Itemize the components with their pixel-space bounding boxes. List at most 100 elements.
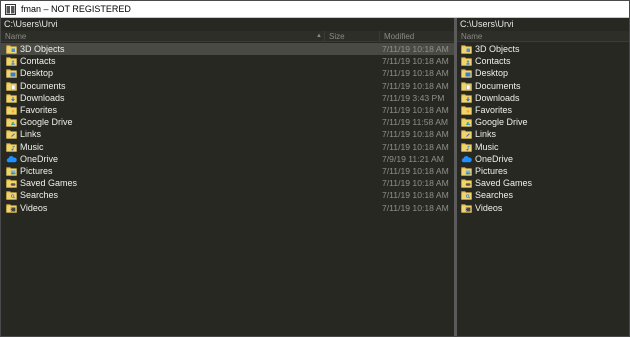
folder-google-drive-icon [6, 117, 17, 128]
panes-container: C:\Users\Urvi Name ▲ Size Modified 3D Ob… [1, 18, 629, 336]
folder-saved-games-icon [6, 178, 17, 188]
file-row[interactable]: Downloads [457, 92, 629, 104]
file-row[interactable]: Documents 7/11/19 10:18 AM [1, 80, 454, 92]
folder-links-icon [6, 129, 17, 140]
file-modified: 7/11/19 10:18 AM [382, 202, 449, 213]
file-name: Links [20, 129, 42, 140]
file-modified: 7/11/19 10:18 AM [382, 56, 449, 67]
file-modified: 7/9/19 11:21 AM [382, 153, 444, 164]
file-row[interactable]: Music [457, 141, 629, 153]
column-separator[interactable] [379, 31, 380, 42]
file-row[interactable]: Contacts 7/11/19 10:18 AM [1, 55, 454, 67]
right-path-bar[interactable]: C:\Users\Urvi [457, 18, 629, 31]
file-row[interactable]: Links [457, 128, 629, 140]
folder-contacts-icon [6, 56, 17, 67]
folder-contacts-icon [461, 56, 472, 67]
file-name: Links [475, 129, 497, 140]
file-modified: 7/11/19 10:18 AM [382, 165, 449, 176]
file-row[interactable]: Saved Games [457, 177, 629, 189]
folder-saved-games-icon [461, 178, 472, 188]
file-row[interactable]: Pictures 7/11/19 10:18 AM [1, 165, 454, 177]
file-name: Saved Games [475, 178, 533, 189]
file-name: Documents [20, 80, 66, 91]
file-row[interactable]: OneDrive 7/9/19 11:21 AM [1, 153, 454, 165]
file-name: Music [20, 141, 44, 152]
file-row[interactable]: Google Drive [457, 116, 629, 128]
column-header-modified[interactable]: Modified [384, 32, 414, 41]
folder-links-icon [461, 129, 472, 140]
file-row[interactable]: Google Drive 7/11/19 11:58 AM [1, 116, 454, 128]
file-row[interactable]: Downloads 7/11/19 3:43 PM [1, 92, 454, 104]
file-name: Contacts [20, 56, 56, 67]
file-name: Downloads [475, 92, 520, 103]
folder-desktop-icon [6, 68, 17, 79]
fman-app-icon [5, 3, 16, 15]
file-name: Favorites [20, 105, 58, 116]
file-modified: 7/11/19 11:58 AM [382, 117, 449, 128]
file-name: Downloads [20, 92, 65, 103]
title-bar[interactable]: fman – NOT REGISTERED [1, 1, 629, 18]
file-name: Videos [475, 202, 503, 213]
file-name: Desktop [20, 68, 54, 79]
sort-ascending-icon: ▲ [316, 33, 322, 39]
file-name: OneDrive [475, 153, 514, 164]
file-row[interactable]: 3D Objects 7/11/19 10:18 AM [1, 43, 454, 56]
column-header-name[interactable]: Name [5, 32, 26, 41]
file-row[interactable]: Favorites [457, 104, 629, 116]
folder-documents-icon [461, 81, 472, 91]
folder-3d-icon [6, 44, 17, 54]
file-name: Documents [475, 80, 521, 91]
folder-downloads-icon [6, 93, 17, 103]
file-row[interactable]: Searches 7/11/19 10:18 AM [1, 189, 454, 201]
right-column-header: Name [457, 31, 629, 42]
file-modified: 7/11/19 10:18 AM [382, 68, 449, 79]
file-name: Google Drive [475, 117, 528, 128]
file-row[interactable]: Pictures [457, 165, 629, 177]
column-separator[interactable] [324, 31, 325, 42]
right-file-list: 3D Objects Contacts Desktop Documents Downlo… [457, 42, 629, 214]
file-name: Videos [20, 202, 48, 213]
folder-pictures-icon [461, 166, 472, 176]
left-pane[interactable]: C:\Users\Urvi Name ▲ Size Modified 3D Ob… [1, 18, 454, 336]
file-name: Music [475, 141, 499, 152]
file-name: Pictures [20, 165, 53, 176]
file-row[interactable]: Desktop [457, 67, 629, 79]
file-modified: 7/11/19 10:18 AM [382, 80, 449, 91]
file-name: 3D Objects [475, 44, 520, 55]
file-row[interactable]: Videos [457, 201, 629, 213]
file-modified: 7/11/19 10:18 AM [382, 178, 449, 189]
folder-music-icon [6, 142, 17, 152]
window-title: fman – NOT REGISTERED [21, 4, 131, 14]
file-modified: 7/11/19 10:18 AM [382, 141, 449, 152]
onedrive-cloud-icon [6, 154, 17, 164]
file-row[interactable]: 3D Objects [457, 43, 629, 55]
column-header-name[interactable]: Name [461, 32, 482, 41]
folder-desktop-icon [461, 68, 472, 79]
right-pane[interactable]: C:\Users\Urvi Name 3D Objects Contacts Des… [457, 18, 629, 336]
left-path-bar[interactable]: C:\Users\Urvi [1, 18, 454, 31]
file-row[interactable]: Documents [457, 80, 629, 92]
column-header-size[interactable]: Size [329, 32, 345, 41]
file-modified: 7/11/19 3:43 PM [382, 92, 445, 103]
file-name: Google Drive [20, 117, 73, 128]
folder-favorites-icon [6, 105, 17, 115]
file-row[interactable]: OneDrive [457, 153, 629, 165]
folder-google-drive-icon [461, 117, 472, 128]
file-row[interactable]: Searches [457, 189, 629, 201]
folder-downloads-icon [461, 93, 472, 103]
file-modified: 7/11/19 10:18 AM [382, 190, 449, 201]
file-name: 3D Objects [20, 44, 65, 55]
file-name: Contacts [475, 56, 511, 67]
fman-window: fman – NOT REGISTERED C:\Users\Urvi Name… [0, 0, 630, 337]
file-row[interactable]: Music 7/11/19 10:18 AM [1, 141, 454, 153]
file-row[interactable]: Saved Games 7/11/19 10:18 AM [1, 177, 454, 189]
file-name: OneDrive [20, 153, 59, 164]
file-row[interactable]: Links 7/11/19 10:18 AM [1, 128, 454, 140]
file-row[interactable]: Contacts [457, 55, 629, 67]
file-row[interactable]: Favorites 7/11/19 10:18 AM [1, 104, 454, 116]
file-modified: 7/11/19 10:18 AM [382, 44, 449, 55]
left-file-list: 3D Objects 7/11/19 10:18 AM Contacts 7/11/1… [1, 42, 454, 214]
file-row[interactable]: Desktop 7/11/19 10:18 AM [1, 67, 454, 79]
file-name: Searches [475, 190, 514, 201]
file-row[interactable]: Videos 7/11/19 10:18 AM [1, 201, 454, 213]
